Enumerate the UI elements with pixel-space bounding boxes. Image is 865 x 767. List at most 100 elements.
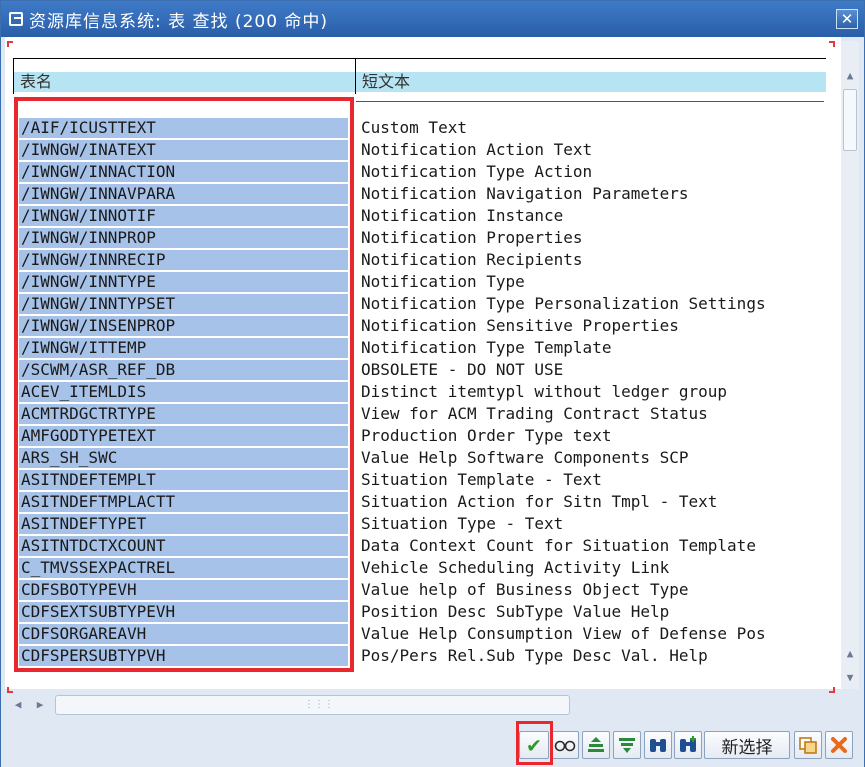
cell-short-text[interactable]: Notification Instance (361, 206, 826, 226)
cell-short-text[interactable]: Notification Action Text (361, 140, 826, 160)
table-row[interactable]: /IWNGW/INNRECIP Notification Recipients (13, 249, 826, 271)
table-row[interactable]: ACMTRDGCTRTYPE View for ACM Trading Contr… (13, 403, 826, 425)
cell-short-text[interactable]: Situation Template - Text (361, 470, 826, 490)
horizontal-scroll-thumb[interactable]: ⋮⋮⋮ (55, 695, 570, 715)
table-row[interactable]: ACEV_ITEMLDIS Distinct itemtypl without l… (13, 381, 826, 403)
table-row[interactable]: CDFSORGAREAVH Value Help Consumption View… (13, 623, 826, 645)
cell-table-name[interactable]: CDFSBOTYPEVH (19, 580, 348, 600)
scroll-up-icon[interactable]: ▲ (841, 645, 859, 663)
table-row[interactable]: /IWNGW/INSENPROP Notification Sensitive P… (13, 315, 826, 337)
scroll-left-icon[interactable]: ◀ (9, 696, 27, 714)
cell-table-name[interactable]: /IWNGW/INNOTIF (19, 206, 348, 226)
corner-mark (829, 41, 835, 47)
copy-button[interactable] (794, 731, 822, 759)
filter-button[interactable] (613, 731, 641, 759)
display-button[interactable] (551, 731, 579, 759)
cell-table-name[interactable]: CDFSORGAREAVH (19, 624, 348, 644)
column-header-short-text[interactable]: 短文本 (356, 58, 826, 94)
scroll-down-icon[interactable]: ▼ (841, 669, 859, 687)
cell-short-text[interactable]: View for ACM Trading Contract Status (361, 404, 826, 424)
cell-table-name[interactable]: ASITNDEFTMPLACTT (19, 492, 348, 512)
table-row[interactable]: AMFGODTYPETEXT Production Order Type text (13, 425, 826, 447)
window-icon (9, 12, 23, 26)
cell-short-text[interactable]: Notification Sensitive Properties (361, 316, 826, 336)
new-selection-button[interactable]: 新选择 (704, 731, 790, 759)
cell-table-name[interactable]: ASITNDEFTEMPLT (19, 470, 348, 490)
cell-table-name[interactable]: ARS_SH_SWC (19, 448, 348, 468)
cell-table-name[interactable]: /IWNGW/INNTYPSET (19, 294, 348, 314)
cell-short-text[interactable]: Situation Action for Sitn Tmpl - Text (361, 492, 826, 512)
table-row[interactable]: ASITNDEFTEMPLT Situation Template - Text (13, 469, 826, 491)
new-selection-label: 新选择 (721, 737, 773, 758)
cell-short-text[interactable]: Notification Type Personalization Settin… (361, 294, 826, 314)
cell-short-text[interactable]: Notification Type (361, 272, 826, 292)
table-row[interactable]: ARS_SH_SWC Value Help Software Components… (13, 447, 826, 469)
vertical-scroll-thumb[interactable] (843, 89, 857, 151)
cell-short-text[interactable]: Value help of Business Object Type (361, 580, 826, 600)
table-row[interactable]: ASITNDEFTMPLACTT Situation Action for Sit… (13, 491, 826, 513)
cell-short-text[interactable]: Notification Type Action (361, 162, 826, 182)
cell-table-name[interactable]: /IWNGW/INNRECIP (19, 250, 348, 270)
table-row[interactable]: /IWNGW/INNTYPSET Notification Type Person… (13, 293, 826, 315)
cell-table-name[interactable]: AMFGODTYPETEXT (19, 426, 348, 446)
cell-short-text[interactable]: Pos/Pers Rel.Sub Type Desc Val. Help (361, 646, 826, 666)
cell-short-text[interactable]: Notification Properties (361, 228, 826, 248)
cell-short-text[interactable]: Data Context Count for Situation Templat… (361, 536, 826, 556)
grip-icon: ⋮⋮⋮ (304, 699, 334, 710)
confirm-button[interactable]: ✔ (519, 731, 549, 759)
table-row[interactable]: /IWNGW/INNACTION Notification Type Action (13, 161, 826, 183)
cell-table-name[interactable]: ACEV_ITEMLDIS (19, 382, 348, 402)
table-row[interactable]: /IWNGW/INNOTIF Notification Instance (13, 205, 826, 227)
cell-short-text[interactable]: Value Help Consumption View of Defense P… (361, 624, 826, 644)
cancel-button[interactable] (825, 731, 853, 759)
table-row[interactable]: /SCWM/ASR_REF_DB OBSOLETE - DO NOT USE (13, 359, 826, 381)
cell-table-name[interactable]: /AIF/ICUSTTEXT (19, 118, 348, 138)
table-row[interactable]: /IWNGW/ITTEMP Notification Type Template (13, 337, 826, 359)
cell-table-name[interactable]: /IWNGW/INATEXT (19, 140, 348, 160)
cell-short-text[interactable]: OBSOLETE - DO NOT USE (361, 360, 826, 380)
cell-table-name[interactable]: /IWNGW/INSENPROP (19, 316, 348, 336)
table-row[interactable]: C_TMVSSEXPACTREL Vehicle Scheduling Activ… (13, 557, 826, 579)
find-button[interactable] (644, 731, 672, 759)
cell-table-name[interactable]: ACMTRDGCTRTYPE (19, 404, 348, 424)
sort-button[interactable] (582, 731, 610, 759)
table-row[interactable]: CDFSPERSUBTYPVH Pos/Pers Rel.Sub Type Des… (13, 645, 826, 667)
cell-short-text[interactable]: Value Help Software Components SCP (361, 448, 826, 468)
table-row[interactable]: /IWNGW/INNAVPARA Notification Navigation … (13, 183, 826, 205)
cell-table-name[interactable]: /IWNGW/INNTYPE (19, 272, 348, 292)
cell-table-name[interactable]: /IWNGW/ITTEMP (19, 338, 348, 358)
cell-short-text[interactable]: Situation Type - Text (361, 514, 826, 534)
column-header-table-name[interactable]: 表名 (13, 58, 356, 94)
cell-short-text[interactable]: Production Order Type text (361, 426, 826, 446)
scroll-right-icon[interactable]: ▶ (31, 696, 49, 714)
cell-short-text[interactable]: Notification Type Template (361, 338, 826, 358)
cell-short-text[interactable]: Notification Navigation Parameters (361, 184, 826, 204)
table-row[interactable]: /IWNGW/INNPROP Notification Properties (13, 227, 826, 249)
cell-table-name[interactable]: CDFSPERSUBTYPVH (19, 646, 348, 666)
close-button[interactable]: ✕ (836, 9, 858, 29)
cell-short-text[interactable]: Position Desc SubType Value Help (361, 602, 826, 622)
table-row[interactable]: ASITNTDCTXCOUNT Data Context Count for Si… (13, 535, 826, 557)
find-next-button[interactable] (674, 731, 702, 759)
scroll-up-icon[interactable]: ▲ (841, 67, 859, 85)
table-row[interactable]: /IWNGW/INNTYPE Notification Type (13, 271, 826, 293)
cell-short-text[interactable]: Notification Recipients (361, 250, 826, 270)
cell-table-name[interactable]: ASITNTDCTXCOUNT (19, 536, 348, 556)
cell-table-name[interactable]: CDFSEXTSUBTYPEVH (19, 602, 348, 622)
table-row[interactable]: ASITNDEFTYPET Situation Type - Text (13, 513, 826, 535)
cell-table-name[interactable]: ASITNDEFTYPET (19, 514, 348, 534)
cell-table-name[interactable]: /IWNGW/INNAVPARA (19, 184, 348, 204)
cell-table-name[interactable]: /IWNGW/INNACTION (19, 162, 348, 182)
cell-short-text[interactable]: Distinct itemtypl without ledger group (361, 382, 826, 402)
cell-short-text[interactable]: Custom Text (361, 118, 826, 138)
cell-table-name[interactable]: /IWNGW/INNPROP (19, 228, 348, 248)
table-row[interactable]: CDFSBOTYPEVH Value help of Business Objec… (13, 579, 826, 601)
table-row[interactable]: /AIF/ICUSTTEXT Custom Text (13, 117, 826, 139)
table-row[interactable]: CDFSEXTSUBTYPEVH Position Desc SubType Va… (13, 601, 826, 623)
vertical-scrollbar[interactable]: ▲ ▲ ▼ (841, 41, 859, 689)
table-row[interactable]: /IWNGW/INATEXT Notification Action Text (13, 139, 826, 161)
cell-table-name[interactable]: /SCWM/ASR_REF_DB (19, 360, 348, 380)
cell-table-name[interactable]: C_TMVSSEXPACTREL (19, 558, 348, 578)
cell-short-text[interactable]: Vehicle Scheduling Activity Link (361, 558, 826, 578)
horizontal-scrollbar[interactable]: ◀ ▶ ⋮⋮⋮ (5, 693, 841, 717)
